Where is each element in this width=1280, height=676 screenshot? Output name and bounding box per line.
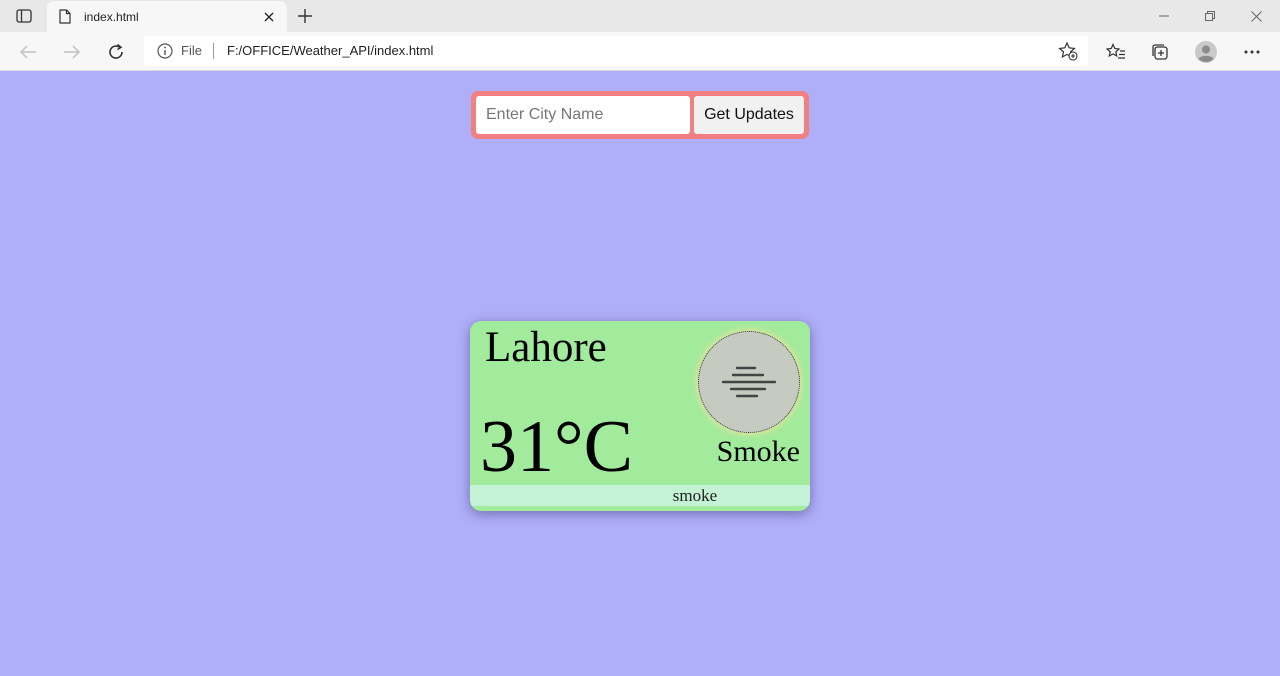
city-name: Lahore (485, 324, 607, 371)
restore-icon[interactable] (1200, 6, 1220, 26)
temperature: 31°C (480, 406, 633, 488)
back-arrow-icon[interactable] (17, 41, 39, 63)
forward-arrow-icon[interactable] (61, 41, 83, 63)
browser-tab[interactable]: index.html (47, 1, 287, 32)
browser-toolbar: File F:/OFFICE/Weather_API/index.html (0, 32, 1280, 71)
smoke-haze-icon (721, 366, 777, 398)
weather-icon-container (698, 331, 800, 433)
address-scheme: File (181, 43, 202, 58)
tab-title: index.html (84, 9, 139, 24)
weather-card: Lahore 31°C Smoke smoke (470, 321, 810, 511)
address-url[interactable]: F:/OFFICE/Weather_API/index.html (227, 43, 433, 58)
weather-description: smoke (672, 486, 718, 505)
address-divider (213, 43, 214, 59)
search-form: Get Updates (471, 91, 809, 139)
add-favorite-icon[interactable] (1058, 41, 1078, 61)
refresh-icon[interactable] (105, 41, 127, 63)
profile-avatar-icon[interactable] (1195, 41, 1217, 63)
close-tab-icon[interactable] (260, 8, 278, 26)
window-close-icon[interactable] (1246, 6, 1266, 26)
favorites-icon[interactable] (1105, 41, 1127, 63)
browser-tab-bar: index.html (0, 0, 1280, 32)
city-search-input[interactable] (476, 96, 690, 134)
tab-actions-icon[interactable] (10, 6, 38, 26)
get-updates-button[interactable]: Get Updates (694, 96, 804, 134)
info-icon[interactable] (157, 43, 173, 59)
minimize-icon[interactable] (1154, 6, 1174, 26)
collections-icon[interactable] (1149, 41, 1171, 63)
address-bar[interactable]: File F:/OFFICE/Weather_API/index.html (144, 36, 1088, 66)
new-tab-icon[interactable] (295, 6, 315, 26)
weather-condition: Smoke (716, 435, 800, 468)
description-bar: smoke (470, 485, 810, 506)
page-icon (59, 8, 73, 25)
more-menu-icon[interactable] (1241, 41, 1263, 63)
